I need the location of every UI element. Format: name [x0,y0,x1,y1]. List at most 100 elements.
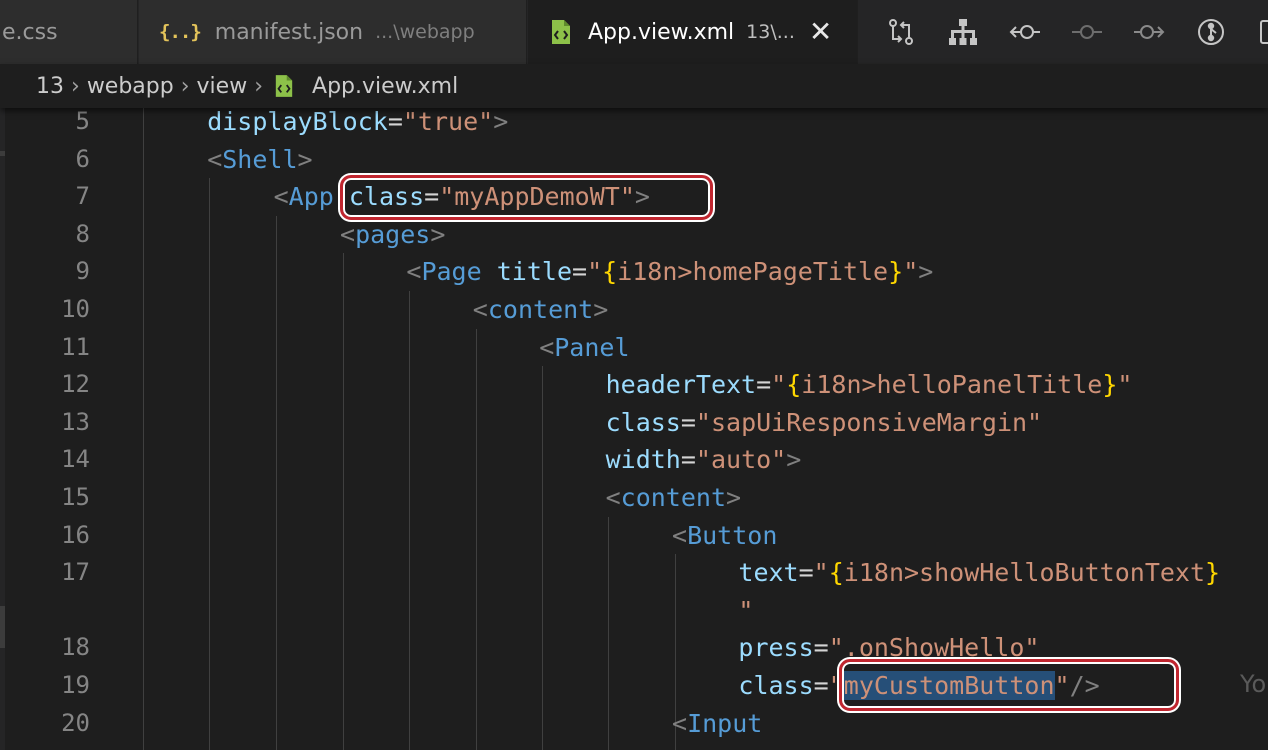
tab-label: App.view.xml [588,19,735,45]
line-number: 13 [61,407,90,436]
code-line: 20 <Input [0,705,1268,743]
code-line: 14 width="auto"> [0,441,1268,479]
breadcrumb-item-webapp[interactable]: webapp [87,74,174,99]
json-braces-icon: {..} [159,21,202,43]
code-text: " [738,592,753,630]
line-number: 19 [61,671,90,699]
code-editor[interactable]: 5 displayBlock="true"> 6 <Shell> 7 <App class… [0,108,1268,750]
code-token: Input [687,708,763,738]
code-line: 19 class="myCustomButton"/> [0,667,1268,705]
code-text: <Panel [539,329,629,367]
code-token: > [918,257,934,287]
code-token: i18n>showHelloButtonText [843,558,1206,588]
breadcrumb-item-view[interactable]: view [197,74,248,99]
code-token: "sapUiResponsiveMargin" [695,407,1043,437]
compare-changes-icon[interactable] [870,0,932,64]
code-token: content [487,295,594,324]
code-token: > [593,295,609,324]
close-tab-icon[interactable]: ✕ [809,18,832,46]
line-number: 17 [61,558,90,587]
code-token: Button [687,520,778,550]
code-token: " [587,257,603,287]
code-token: } [888,257,904,287]
code-token: < [340,219,356,249]
code-token: " [1054,671,1070,700]
tab-app-view-xml[interactable]: App.view.xml 13\... ✕ [528,0,858,64]
line-number: 11 [61,332,90,361]
code-token: < [539,332,555,362]
code-line: 7 <App class="myAppDemoWT"> [0,178,1268,216]
code-token: } [1102,370,1118,400]
line-number: 7 [75,182,90,211]
editor-actions [870,0,1268,64]
code-line: 8 <pages> [0,216,1268,254]
go-to-next-change-icon[interactable] [1118,0,1180,64]
code-text: <Input [672,705,762,743]
code-token: " [813,558,829,588]
code-token: "true" [402,108,494,136]
code-token: = [572,257,588,287]
code-token: < [472,295,488,324]
code-token: { [828,558,844,588]
split-editor-icon[interactable] [1242,0,1268,64]
code-token: Page [421,257,482,287]
selected-text: myCustomButton [843,671,1055,700]
code-token: < [273,182,289,212]
inline-hint-text: Yo [1240,670,1267,698]
code-token: { [602,257,618,287]
code-text: headerText="{i18n>helloPanelTitle}" [606,366,1133,404]
code-token: > [493,108,509,136]
chevron-right-icon: › [254,73,264,99]
code-token: = [798,558,814,588]
code-token: i18n>homePageTitle [617,257,889,287]
tab-manifest-json[interactable]: {..} manifest.json ...\webapp [139,0,527,64]
toggle-inline-icon[interactable] [1056,0,1118,64]
tab-label: manifest.json [214,19,364,45]
git-graph-icon[interactable] [1180,0,1242,64]
code-token: width [605,445,681,475]
code-token: = [756,370,772,400]
code-line: 9 <Page title="{i18n>homePageTitle}"> [0,253,1268,291]
code-text: <content> [606,479,741,517]
code-token: /> [1069,671,1100,700]
code-text: class="sapUiResponsiveMargin" [606,404,1043,442]
code-line: 18 press=".onShowHello" [0,629,1268,667]
code-line: 13 class="sapUiResponsiveMargin" [0,404,1268,442]
code-token: Panel [554,332,630,362]
code-token: = [680,445,696,475]
code-token: < [406,257,422,287]
code-token: > [786,445,802,475]
code-text: <content> [473,291,608,329]
breadcrumb-item-13[interactable]: 13 [36,74,64,99]
line-number: 14 [61,445,90,474]
code-token: " [1117,370,1133,400]
code-token: { [786,370,802,400]
chevron-right-icon: › [180,73,190,99]
line-number: 6 [75,144,90,173]
code-token: displayBlock [207,108,388,136]
line-number: 10 [61,295,90,323]
xml-file-icon [550,19,572,45]
code-token: = [424,182,440,212]
breadcrumb-item-file[interactable]: App.view.xml [312,74,458,99]
code-text: <App class="myAppDemoWT"> [274,178,650,216]
go-to-previous-change-icon[interactable] [994,0,1056,64]
code-token: class [348,182,425,212]
code-token: " [771,370,787,400]
hierarchy-icon[interactable] [932,0,994,64]
code-token: text [738,558,799,588]
code-token: < [605,483,621,512]
code-text: <Button [672,517,777,555]
line-number: 20 [61,708,90,737]
breadcrumb: 13 › webapp › view › App.view.xml [0,64,1268,108]
code-line: 15 <content> [0,479,1268,517]
code-text: class="myCustomButton"/> [738,667,1100,705]
line-number: 16 [61,520,90,549]
code-token: i18n>helloPanelTitle [801,370,1103,400]
tab-style-css[interactable]: e.css [0,0,138,64]
line-number: 18 [61,633,90,662]
code-token: > [297,144,313,174]
code-text: displayBlock="true"> [207,108,508,141]
